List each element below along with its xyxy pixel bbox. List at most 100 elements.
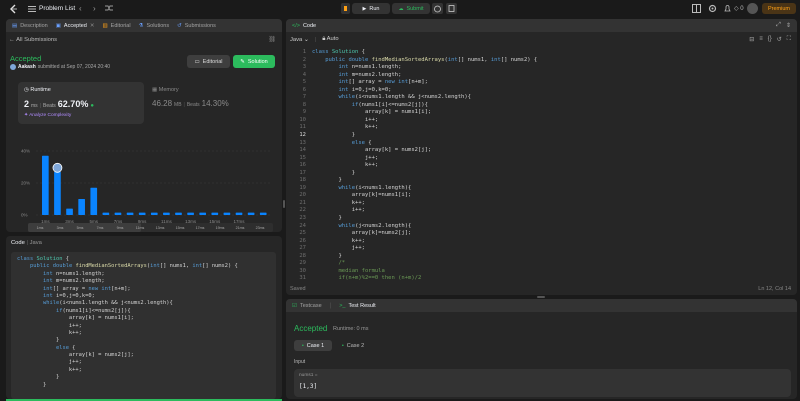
tab-testcase[interactable]: ☑ Testcase	[292, 303, 322, 309]
bell-icon[interactable]	[723, 4, 732, 13]
vertical-resize-handle[interactable]	[283, 200, 285, 208]
line-text: array[k] = nums1[i];	[312, 109, 432, 116]
solution-button[interactable]: ✎ Solution	[233, 55, 275, 68]
code-line[interactable]: 11 k++;	[286, 124, 791, 132]
code-line[interactable]: 1 class Solution {	[286, 49, 791, 57]
line-text: while(i<nums1.length && j<nums2.length){	[338, 94, 471, 101]
analyze-complexity-link[interactable]: ✦ Analyze Complexity	[24, 113, 71, 118]
code-line[interactable]: 13 else {	[286, 140, 791, 148]
beats-badge-icon: ●	[90, 103, 94, 109]
memory-card[interactable]: ▦ Memory 46.28 MB | Beats 14.30%	[146, 82, 272, 124]
bookmark-icon[interactable]: ⊟	[749, 36, 754, 43]
code-line[interactable]: 31 if(n+m)%2==0 then (n+m)/2	[286, 275, 791, 283]
code-line[interactable]: 15 j++;	[286, 155, 791, 163]
code-line[interactable]: 27 j++;	[286, 245, 791, 253]
line-number: 23	[299, 215, 306, 222]
share-link-icon[interactable]: ⛓	[268, 36, 276, 43]
code-line[interactable]: 26 k++;	[286, 238, 791, 246]
language-select[interactable]: Java ⌄	[290, 37, 309, 43]
line-number: 26	[299, 237, 306, 244]
code-editor[interactable]: 1 class Solution {2 public double findMed…	[286, 49, 791, 285]
code-line[interactable]: 7 while(i<nums1.length && j<nums2.length…	[286, 94, 791, 102]
code-line[interactable]: 28 }	[286, 253, 791, 261]
code-line[interactable]: 2 public double findMedianSortedArrays(i…	[286, 57, 791, 65]
accepted-icon: ▣	[55, 22, 61, 29]
code-line[interactable]: 5 int[] array = new int[n+m];	[286, 79, 791, 87]
code-line[interactable]: 18 }	[286, 177, 791, 185]
code-line[interactable]: 19 while(i<nums1.length){	[286, 185, 791, 193]
timer-button[interactable]	[432, 3, 443, 14]
line-text: median formula	[312, 267, 385, 274]
case-1-tab[interactable]: • Case 1	[294, 340, 332, 351]
submit-button[interactable]: ☁ Submit	[392, 3, 430, 14]
tab-accepted[interactable]: ▣ Accepted ✕	[56, 23, 95, 29]
leetcode-logo-icon[interactable]	[9, 4, 18, 14]
tab-code[interactable]: </> Code	[292, 23, 316, 29]
editorial-button[interactable]: ▭ Editorial	[187, 55, 230, 68]
code-line[interactable]: 10 i++;	[286, 117, 791, 125]
code-line: }	[17, 374, 60, 381]
runtime-title: ◷ Runtime	[24, 87, 51, 93]
runtime-values: 2 ms | Beats 62.70% ●	[24, 99, 94, 109]
line-number: 3	[302, 64, 306, 71]
code-line[interactable]: 25 array[k]=nums2[j];	[286, 230, 791, 238]
line-text: if(n+m)%2==0 then (n+m)/2	[312, 275, 422, 282]
code-line[interactable]: 16 k++;	[286, 162, 791, 170]
runtime-card[interactable]: ◷ Runtime 2 ms | Beats 62.70% ● ✦ Analyz…	[18, 82, 144, 124]
problem-list-link[interactable]: Problem List	[39, 5, 75, 12]
case-2-tab[interactable]: • Case 2	[336, 340, 370, 351]
notes-button[interactable]	[446, 3, 457, 14]
line-text: array[k]=nums2[j];	[312, 230, 412, 237]
line-text: array[k]=nums1[i];	[312, 192, 412, 199]
code-line[interactable]: 12 }	[286, 132, 791, 140]
tab-submissions[interactable]: ↺ Submissions	[177, 23, 216, 29]
line-number: 21	[299, 199, 306, 206]
line-number: 11	[299, 124, 306, 131]
code-line[interactable]: 21 k++;	[286, 200, 791, 208]
code-line[interactable]: 23 }	[286, 215, 791, 223]
maximize-icon[interactable]: ⤢	[776, 22, 781, 29]
expand-icon[interactable]: ⇕	[786, 22, 791, 29]
code-line[interactable]: 14 array[k] = nums2[j];	[286, 147, 791, 155]
pencil-icon: ✎	[240, 58, 245, 65]
reset-icon[interactable]: ↺	[777, 36, 782, 43]
debug-button[interactable]	[341, 3, 350, 14]
code-line[interactable]: 30 median formula	[286, 268, 791, 276]
gear-icon[interactable]	[708, 4, 717, 13]
user-position-marker	[52, 162, 63, 173]
format-icon[interactable]: ≡	[759, 36, 763, 43]
arrow-left-icon: ←	[9, 37, 15, 43]
avatar[interactable]	[747, 3, 758, 14]
code-line[interactable]: 20 array[k]=nums1[i];	[286, 192, 791, 200]
code-line[interactable]: 8 if(nums1[i]<=nums2[j]){	[286, 102, 791, 110]
chart-bar	[66, 208, 73, 215]
code-line[interactable]: 9 array[k] = nums1[i];	[286, 109, 791, 117]
auto-mode[interactable]: 🔒︎ Auto	[322, 36, 338, 43]
sparkle-icon: ✦	[24, 113, 29, 118]
code-line[interactable]: 24 while(j<nums2.length){	[286, 223, 791, 231]
username[interactable]: Aakash	[18, 64, 36, 70]
code-line[interactable]: 3 int n=nums1.length;	[286, 64, 791, 72]
input-variable-value: [1,3]	[299, 383, 318, 390]
prev-problem-icon[interactable]: ‹	[79, 4, 82, 13]
code-line[interactable]: 29 /*	[286, 260, 791, 268]
line-text: i++;	[312, 207, 365, 214]
fullscreen-icon[interactable]: ⛶	[787, 36, 791, 43]
code-line[interactable]: 17 }	[286, 170, 791, 178]
run-button[interactable]: ▶ Run	[352, 3, 390, 14]
code-line[interactable]: 4 int m=nums2.length;	[286, 72, 791, 80]
close-icon[interactable]: ✕	[90, 23, 95, 29]
horizontal-resize-handle[interactable]	[537, 296, 545, 298]
tab-test-result[interactable]: >_ Test Result	[339, 303, 376, 309]
tab-editorial[interactable]: ▥ Editorial	[102, 23, 130, 29]
all-submissions-link[interactable]: ← All Submissions	[9, 37, 57, 43]
code-line[interactable]: 6 int i=0,j=0,k=0;	[286, 87, 791, 95]
tab-description[interactable]: ▤ Description	[12, 23, 48, 29]
next-problem-icon[interactable]: ›	[93, 4, 96, 13]
layout-icon[interactable]	[692, 4, 701, 13]
premium-button[interactable]: Premium	[762, 3, 796, 14]
shuffle-icon[interactable]	[105, 4, 113, 12]
tab-solutions[interactable]: ⚗ Solutions	[139, 23, 170, 29]
code-line[interactable]: 22 i++;	[286, 207, 791, 215]
braces-icon[interactable]: {}	[768, 36, 772, 43]
